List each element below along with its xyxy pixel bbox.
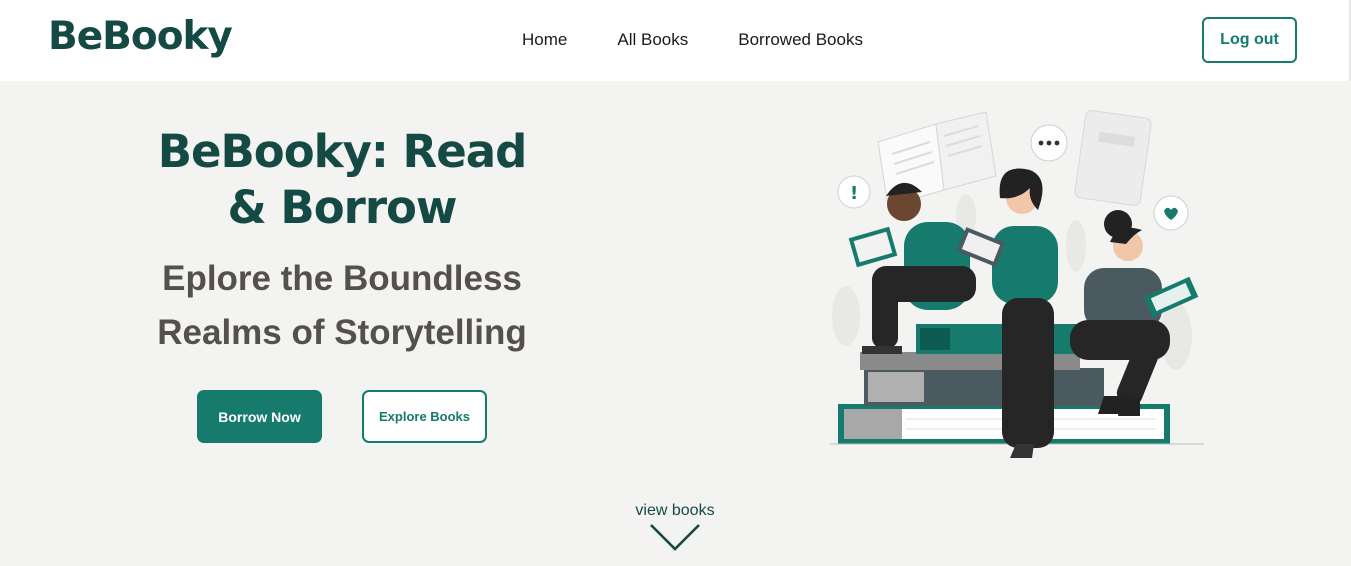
explore-books-button[interactable]: Explore Books [362,390,487,443]
logout-button[interactable]: Log out [1202,17,1297,63]
svg-text:!: ! [850,183,858,204]
borrow-now-button[interactable]: Borrow Now [197,390,322,443]
view-books-link[interactable]: view books [615,502,735,520]
main-nav: Home All Books Borrowed Books [522,30,913,50]
nav-borrowed-books-link[interactable]: Borrowed Books [738,30,863,50]
navbar: BeBooky Home All Books Borrowed Books Lo… [0,0,1351,81]
people-reading-books-illustration: ! [830,110,1204,458]
hero-subtitle: Eplore the Boundless Realms of Storytell… [157,259,527,352]
brand-logo[interactable]: BeBooky [48,14,233,59]
chevron-down-icon[interactable] [649,522,701,552]
nav-all-books-link[interactable]: All Books [617,30,688,50]
hero-title: BeBooky: Read & Borrow [157,125,528,234]
nav-home-link[interactable]: Home [522,30,567,50]
